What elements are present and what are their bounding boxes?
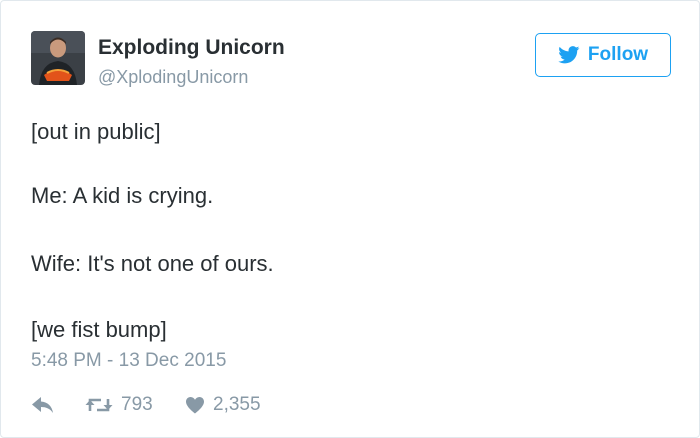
retweet-count: 793: [121, 394, 153, 415]
tweet-text-line: Me: A kid is crying.: [31, 183, 214, 208]
display-name[interactable]: Exploding Unicorn: [98, 36, 285, 60]
tweet-card: Exploding Unicorn @XplodingUnicorn Follo…: [0, 0, 700, 438]
twitter-bird-icon: [558, 46, 580, 64]
like-count: 2,355: [213, 394, 261, 415]
tweet-text-line: Wife: It's not one of ours.: [31, 251, 274, 276]
retweet-icon: [85, 396, 113, 414]
profile-photo-icon: [31, 31, 85, 85]
like-button[interactable]: 2,355: [185, 391, 261, 419]
retweet-button[interactable]: 793: [85, 391, 153, 419]
tweet-timestamp[interactable]: 5:48 PM - 13 Dec 2015: [31, 350, 226, 372]
reply-button[interactable]: [31, 391, 55, 419]
follow-button-label: Follow: [587, 44, 649, 65]
follow-button[interactable]: Follow: [535, 33, 671, 77]
tweet-text-line: [we fist bump]: [31, 317, 167, 342]
heart-icon: [185, 396, 205, 414]
tweet-text-line: [out in public]: [31, 119, 161, 144]
avatar[interactable]: [31, 31, 85, 85]
user-handle[interactable]: @XplodingUnicorn: [98, 67, 248, 88]
reply-icon: [31, 396, 55, 414]
